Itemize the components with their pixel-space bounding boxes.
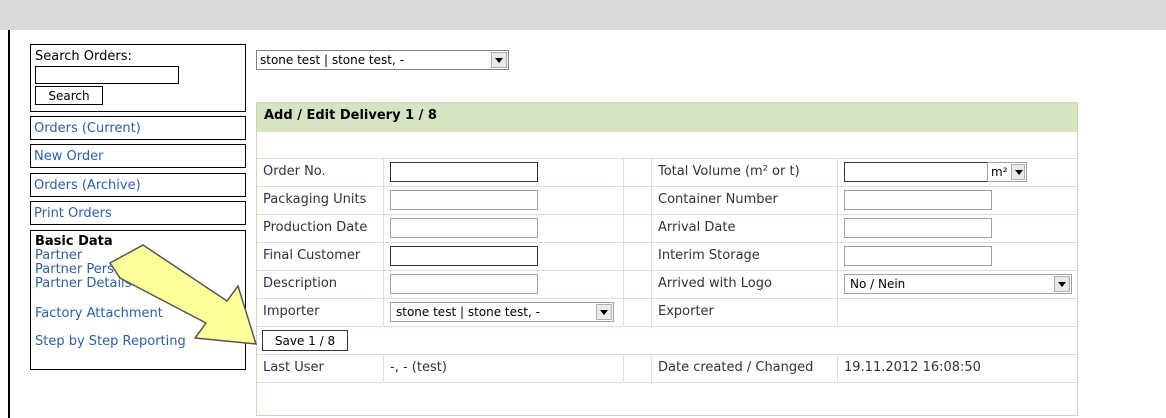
delivery-form: Add / Edit Delivery 1 / 8 Order No. Tota… (256, 102, 1078, 416)
form-row: Importer stone test | stone test, - Expo… (257, 298, 1077, 326)
link-partner[interactable]: Partner (35, 249, 241, 263)
chevron-down-icon[interactable] (491, 52, 507, 68)
label-total-volume: Total Volume (m² or t) (652, 159, 838, 186)
importer-select-value: stone test | stone test, - (396, 305, 540, 319)
partner-select[interactable]: stone test | stone test, - (256, 50, 509, 70)
form-title: Add / Edit Delivery 1 / 8 (257, 103, 1077, 132)
form-row: Save 1 / 8 (257, 326, 1077, 354)
search-button[interactable]: Search (35, 86, 103, 105)
arrival-date-input[interactable] (844, 218, 992, 238)
label-order-no: Order No. (257, 159, 384, 186)
arrived-with-logo-value: No / Nein (850, 277, 906, 291)
basic-data-title: Basic Data (35, 234, 113, 249)
basic-data-panel: Basic Data Partner Partner Persons Partn… (30, 230, 246, 370)
unit-select[interactable]: m² (987, 162, 1027, 182)
nav-orders-current[interactable]: Orders (Current) (30, 116, 246, 140)
description-input[interactable] (390, 274, 538, 294)
container-number-input[interactable] (844, 190, 992, 210)
total-volume-input[interactable] (844, 162, 992, 182)
form-row: Description Arrived with Logo No / Nein (257, 270, 1077, 298)
unit-select-value: m² (991, 165, 1008, 179)
link-step-by-step-reporting[interactable]: Step by Step Reporting (35, 335, 241, 349)
label-arrival-date: Arrival Date (652, 215, 838, 242)
search-panel: Search Orders: Search (30, 44, 246, 112)
final-customer-input[interactable] (390, 246, 538, 266)
form-row: Production Date Arrival Date (257, 214, 1077, 242)
link-partner-details[interactable]: Partner Details (35, 277, 241, 291)
search-label: Search Orders: (35, 49, 132, 64)
nav-new-order[interactable]: New Order (30, 144, 246, 168)
search-input[interactable] (35, 66, 179, 84)
chevron-down-icon[interactable] (1011, 164, 1025, 180)
nav-orders-archive[interactable]: Orders (Archive) (30, 173, 246, 197)
link-partner-persons[interactable]: Partner Persons (35, 263, 241, 277)
label-date-created-changed: Date created / Changed (652, 355, 838, 382)
label-arrived-with-logo: Arrived with Logo (652, 271, 838, 298)
partner-select-value: stone test | stone test, - (260, 53, 404, 67)
label-description: Description (257, 271, 384, 298)
form-row: Final Customer Interim Storage (257, 242, 1077, 270)
link-factory-attachment[interactable]: Factory Attachment (35, 307, 241, 321)
arrived-with-logo-select[interactable]: No / Nein (844, 274, 1072, 294)
form-row: Last User -, - (test) Date created / Cha… (257, 354, 1077, 382)
production-date-input[interactable] (390, 218, 538, 238)
label-importer: Importer (257, 299, 384, 326)
nav-print-orders[interactable]: Print Orders (30, 201, 246, 225)
label-exporter: Exporter (652, 299, 838, 326)
left-border (8, 30, 10, 418)
form-row (257, 382, 1077, 410)
label-final-customer: Final Customer (257, 243, 384, 270)
packaging-units-input[interactable] (390, 190, 538, 210)
form-row: Order No. Total Volume (m² or t) m² (257, 158, 1077, 186)
label-container-number: Container Number (652, 187, 838, 214)
order-no-input[interactable] (390, 162, 538, 182)
label-interim-storage: Interim Storage (652, 243, 838, 270)
last-user-value: -, - (test) (384, 355, 624, 382)
save-button[interactable]: Save 1 / 8 (262, 330, 348, 351)
form-row: Packaging Units Container Number (257, 186, 1077, 214)
chevron-down-icon[interactable] (1054, 276, 1070, 292)
importer-select[interactable]: stone test | stone test, - (390, 302, 614, 322)
date-created-changed-value: 19.11.2012 16:08:50 (844, 360, 981, 375)
chevron-down-icon[interactable] (596, 304, 612, 320)
label-packaging-units: Packaging Units (257, 187, 384, 214)
label-last-user: Last User (257, 355, 384, 382)
interim-storage-input[interactable] (844, 246, 992, 266)
top-bar (0, 0, 1166, 30)
label-production-date: Production Date (257, 215, 384, 242)
